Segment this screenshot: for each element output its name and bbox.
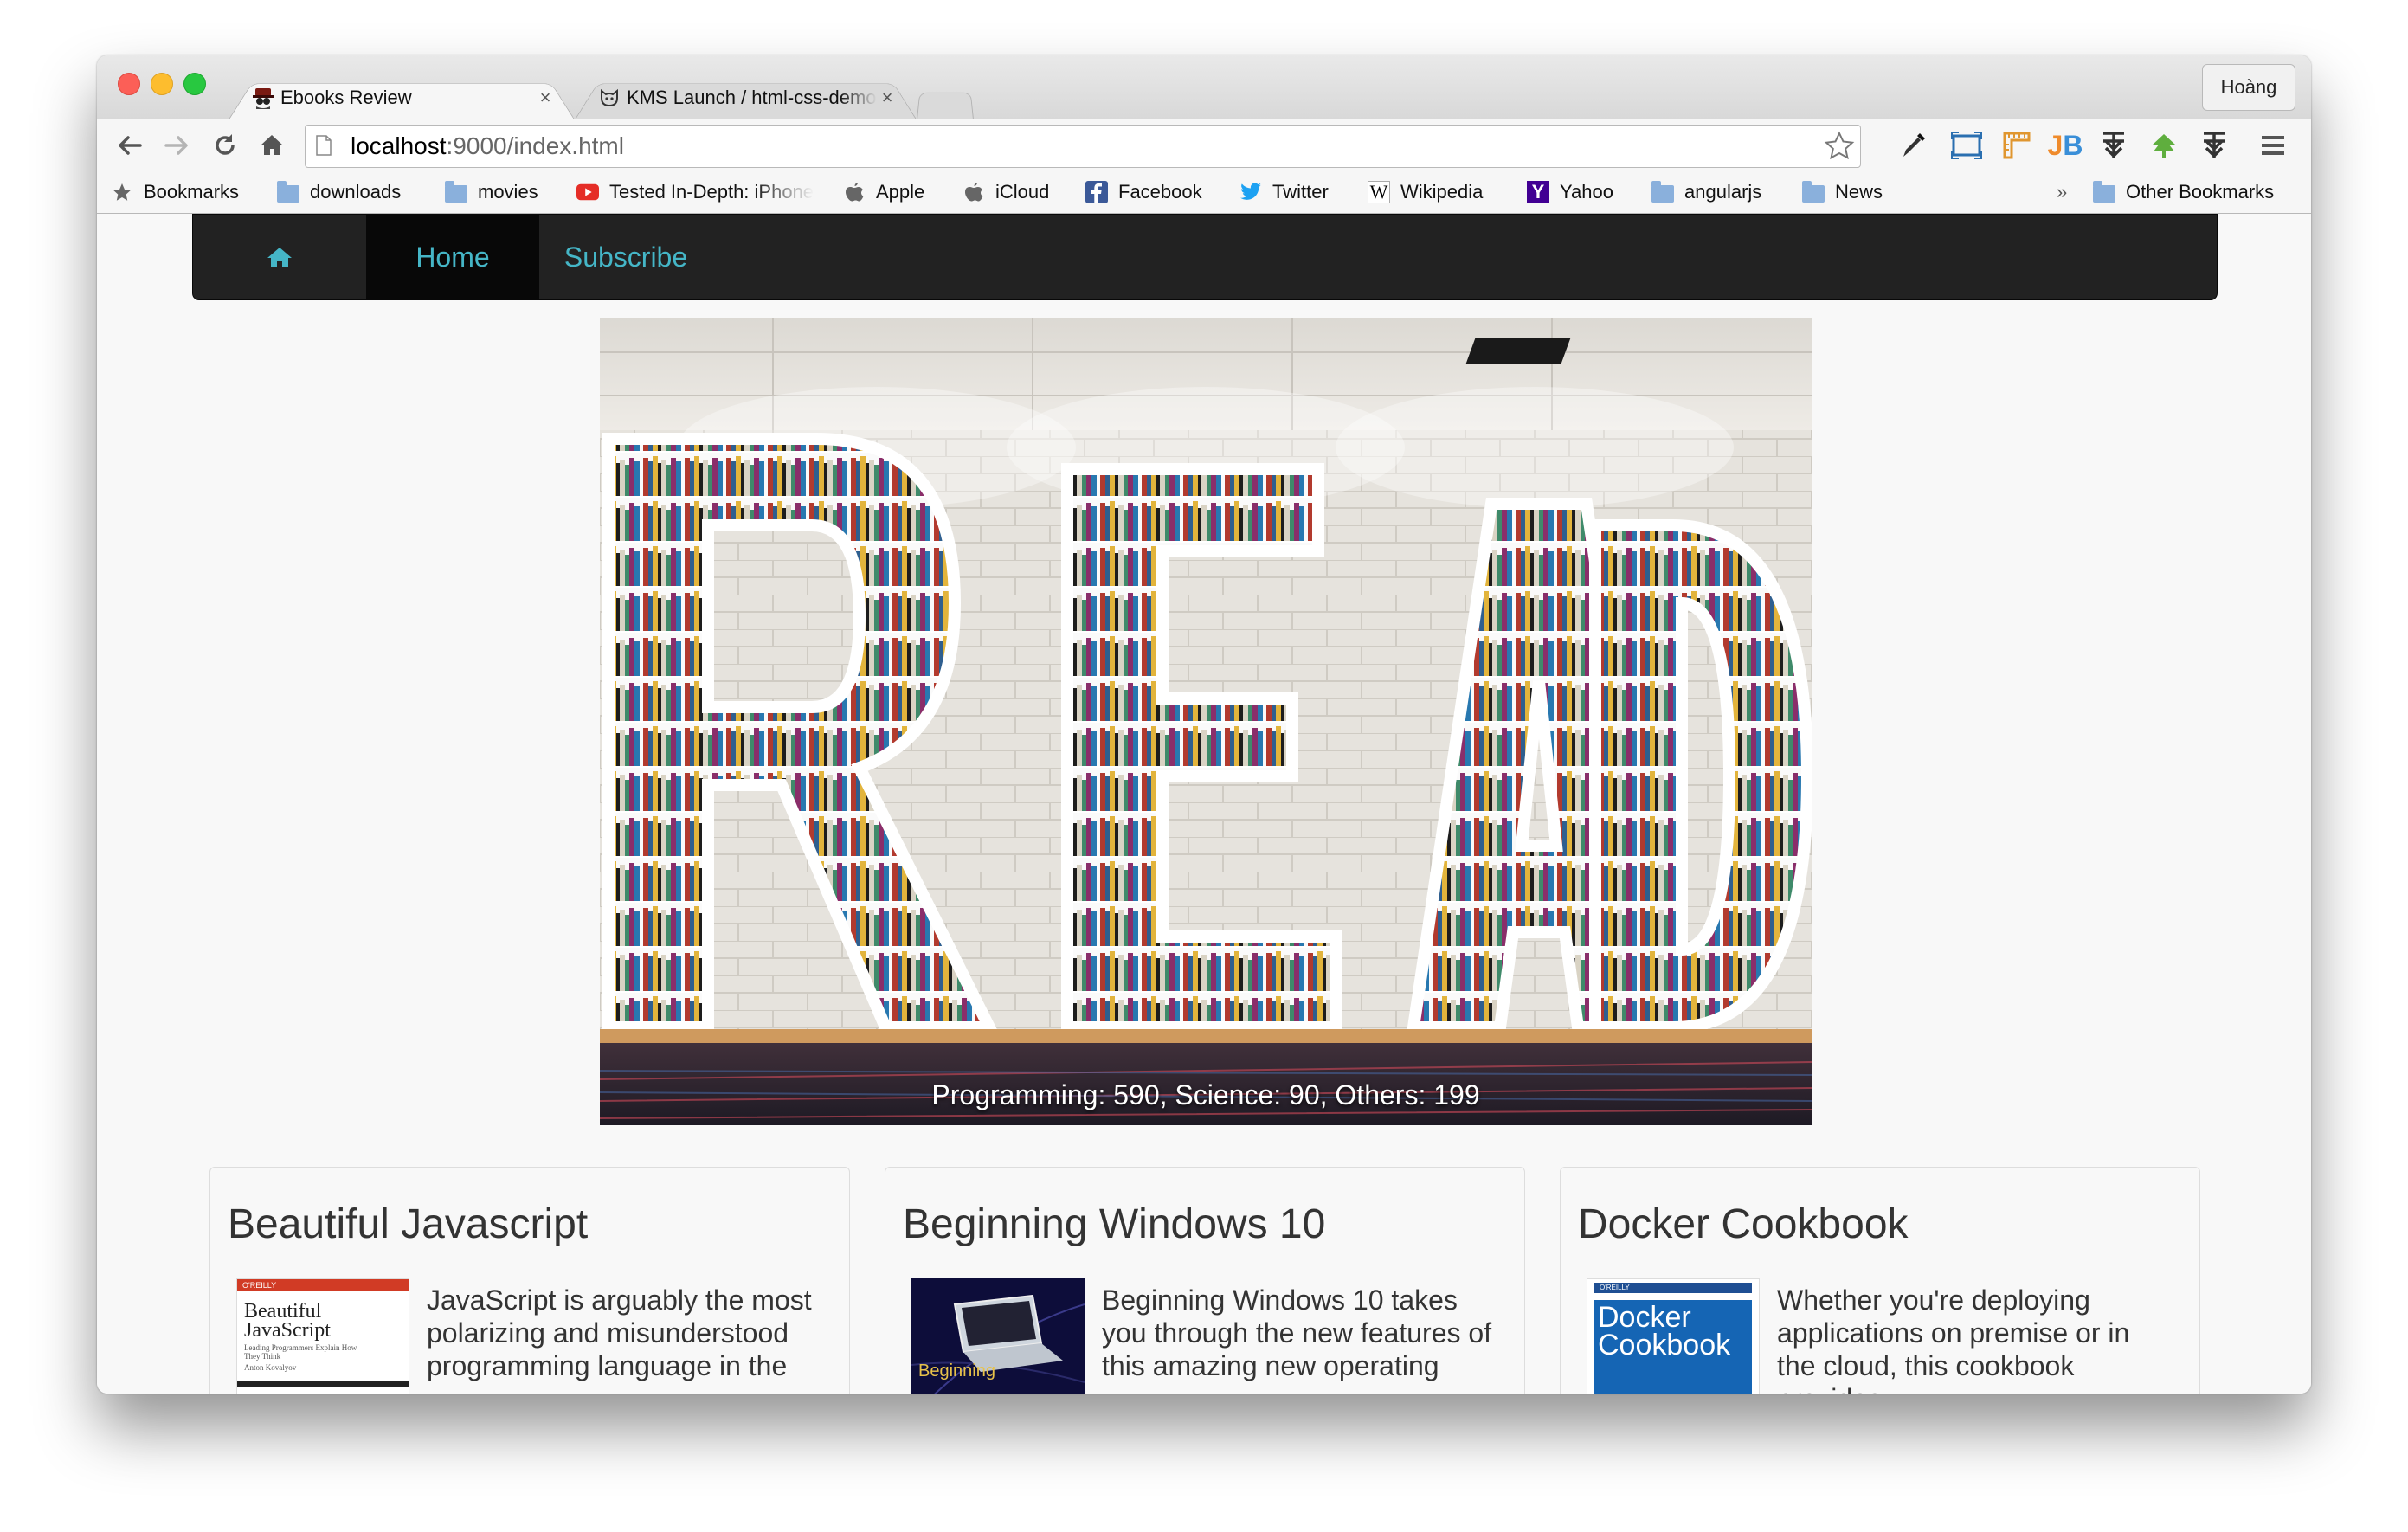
book-cover[interactable]: Beginning [911,1278,1085,1394]
cover-title: Beginning [918,1361,995,1381]
folder-icon [1802,181,1825,203]
hero-caption: Programming: 590, Science: 90, Others: 1… [931,1079,1480,1110]
bookmark-star-icon[interactable] [1824,131,1855,162]
close-tab-icon[interactable]: × [877,87,898,109]
url-text: localhost:9000/index.html [351,132,624,159]
home-icon [267,248,292,267]
cover-author: Anton Kovalyov [244,1363,297,1372]
github-cat-icon [597,86,621,110]
bookmarks-bar: Bookmarks downloads movies Tested In-Dep… [97,171,2311,214]
profile-button[interactable]: Hoàng [2202,64,2295,111]
bookmark-yahoo[interactable]: Y Yahoo [1527,171,1613,213]
tab-title: KMS Launch / html-css-demo [627,87,877,108]
browser-window: Ebooks Review × KMS Launch / html-css-de… [97,55,2311,1394]
book-description: JavaScript is arguably the most polarizi… [427,1284,812,1381]
tab-kms-launch[interactable]: KMS Launch / html-css-demo × [575,76,917,119]
nav-link-subscribe[interactable]: Subscribe [539,215,712,299]
bookmark-bookmarks[interactable]: Bookmarks [111,171,239,213]
book-title[interactable]: Beautiful Javascript [228,1200,588,1248]
bookmark-wikipedia[interactable]: W Wikipedia [1368,171,1483,213]
web-page: Home Subscribe Programming: 590, Science… [97,214,2311,1394]
book-card: Beautiful Javascript O'REILLY Beautiful … [209,1167,850,1394]
home-icon[interactable] [253,126,291,164]
bookmark-icloud[interactable]: iCloud [963,171,1049,213]
tab-ebooks-review[interactable]: Ebooks Review × [229,76,575,119]
bookmark-tested-in-depth[interactable]: Tested In-Depth: iPhone [576,171,824,213]
site-navbar: Home Subscribe [192,214,2218,300]
ruler-icon[interactable] [1999,128,2034,163]
twitter-icon [1239,181,1262,203]
extension-icon[interactable] [2197,128,2231,163]
bookmark-angularjs[interactable]: angularjs [1651,171,1761,213]
book-title[interactable]: Beginning Windows 10 [903,1200,1325,1248]
star-icon [111,181,133,203]
folder-icon [1651,181,1674,203]
new-tab-button[interactable] [917,88,974,119]
menu-icon[interactable] [2256,128,2290,163]
back-icon[interactable] [111,126,149,164]
zoom-window-button[interactable] [183,73,206,95]
screen-capture-icon[interactable] [1949,128,1984,163]
wikipedia-icon: W [1368,181,1390,203]
book-description: Whether you're deploying applications on… [1777,1284,2130,1394]
close-window-button[interactable] [118,73,140,95]
cover-subtitle: Leading Programmers Explain How They Thi… [244,1343,357,1361]
tab-strip: Ebooks Review × KMS Launch / html-css-de… [97,55,2311,119]
spy-favicon-icon [251,86,275,110]
book-description: Beginning Windows 10 takes you through t… [1102,1284,1492,1381]
bookmark-other-bookmarks[interactable]: Other Bookmarks [2093,171,2274,213]
cover-title: Beautiful JavaScript [244,1300,331,1342]
tab-title: Ebooks Review [280,87,412,108]
book-cover[interactable]: O'REILLY Docker Cookbook [1587,1278,1760,1394]
yahoo-icon: Y [1527,181,1549,203]
folder-icon [2093,181,2115,203]
bookmark-movies[interactable]: movies [445,171,538,213]
cover-publisher-band: O'REILLY [1594,1283,1752,1293]
bookmark-twitter[interactable]: Twitter [1239,171,1329,213]
forward-icon[interactable] [158,126,196,164]
extension-icon[interactable] [2096,128,2131,163]
nav-home-icon[interactable] [193,215,366,299]
jetbrains-icon[interactable]: JB [2048,128,2083,163]
cover-publisher-band: O'REILLY [237,1279,409,1291]
bookmark-apple[interactable]: Apple [843,171,924,213]
page-icon [316,135,332,156]
folder-icon [277,181,299,203]
book-title[interactable]: Docker Cookbook [1578,1200,1909,1248]
nav-link-home[interactable]: Home [366,215,539,299]
minimize-window-button[interactable] [151,73,173,95]
read-bookshelf-image [600,318,1812,1125]
browser-toolbar: localhost:9000/index.html JB [97,119,2311,171]
eyedropper-icon[interactable] [1896,128,1930,163]
youtube-icon [576,181,599,203]
close-tab-icon[interactable]: × [535,87,556,109]
facebook-icon [1085,181,1108,203]
address-bar[interactable]: localhost:9000/index.html [305,125,1861,168]
book-card: Docker Cookbook O'REILLY Docker Cookbook… [1560,1167,2200,1394]
bookmark-downloads[interactable]: downloads [277,171,401,213]
reload-icon[interactable] [206,126,244,164]
green-extension-icon[interactable] [2147,128,2181,163]
bookmark-news[interactable]: News [1802,171,1883,213]
bookmark-facebook[interactable]: Facebook [1085,171,1202,213]
book-card: Beginning Windows 10 Beginning Beginning… [885,1167,1525,1394]
apple-icon [963,181,985,203]
folder-icon [445,181,467,203]
hero-image: Programming: 590, Science: 90, Others: 1… [600,318,1812,1125]
bookmarks-overflow-button[interactable]: » [2057,171,2067,213]
apple-icon [843,181,866,203]
cover-title: Docker Cookbook [1594,1300,1752,1394]
book-cover[interactable]: O'REILLY Beautiful JavaScript Leading Pr… [236,1278,409,1394]
